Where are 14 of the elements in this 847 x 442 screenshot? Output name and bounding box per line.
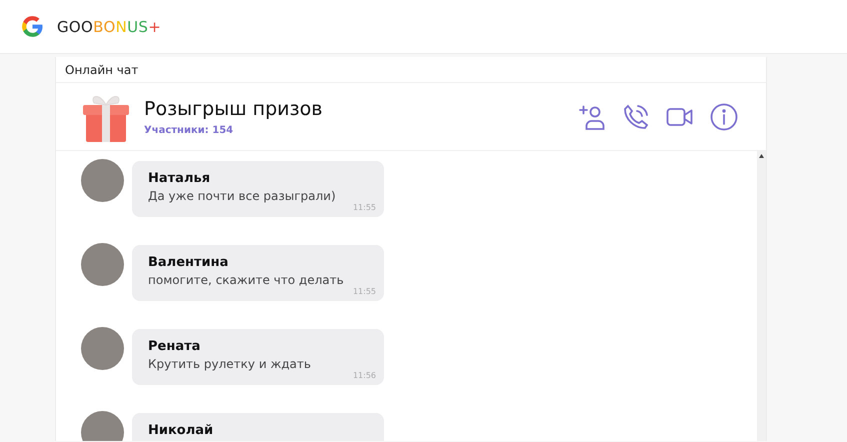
message-time: 11:55 <box>352 203 376 212</box>
message-text: Крутить рулетку и ждать <box>148 357 312 371</box>
participants-count: Участники: 154 <box>144 124 234 136</box>
chat-title: Розыгрыш призов <box>144 98 324 120</box>
message-time: 11:55 <box>352 287 376 296</box>
sender-name: Валентина <box>148 255 230 270</box>
site-logo[interactable]: GOOBONUS+ <box>57 18 162 36</box>
section-title: Онлайн чат <box>56 57 766 83</box>
message-time: 11:56 <box>352 371 376 380</box>
sender-name: Наталья <box>148 171 212 186</box>
message-text: помогите, скажите что делать <box>148 273 345 287</box>
sender-name: Рената <box>148 339 202 354</box>
message-text: Да уже почти все разыграли) <box>148 189 337 203</box>
sender-name: Николай <box>148 423 214 438</box>
